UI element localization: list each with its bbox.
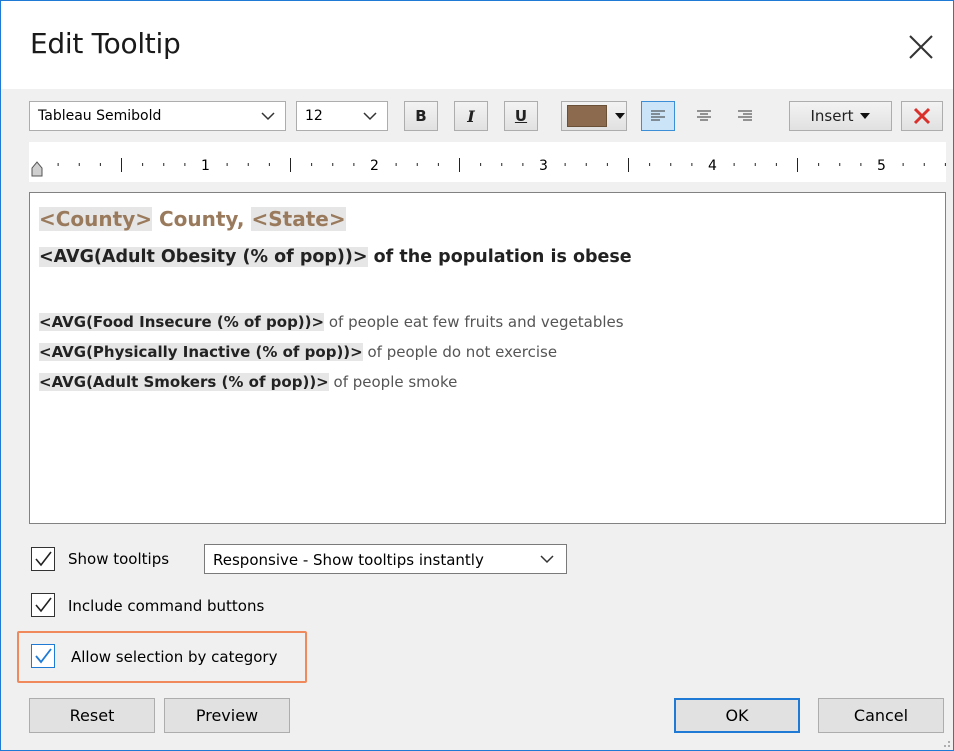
align-right-icon [738,110,752,121]
underline-button[interactable]: U [504,101,538,131]
editor-line-inactive: <AVG(Physically Inactive (% of pop))> of… [39,343,557,361]
editor-line-obesity: <AVG(Adult Obesity (% of pop))> of the p… [39,247,632,267]
resize-grip-icon[interactable] [939,736,951,748]
ruler [29,142,946,182]
include-command-buttons-checkbox[interactable] [31,593,55,617]
ruler-label: 4 [708,158,717,174]
chevron-down-icon [261,112,275,121]
ruler-label: 5 [877,158,886,174]
field-token: <AVG(Adult Obesity (% of pop))> [39,247,368,267]
bold-button[interactable]: B [404,101,438,131]
allow-selection-checkbox[interactable] [31,644,55,668]
align-center-icon [697,110,711,121]
checkmark-icon [35,551,52,567]
field-token: <State> [251,207,346,231]
font-size-select[interactable]: 12 [296,101,388,131]
show-tooltips-checkbox[interactable] [31,547,55,571]
allow-selection-label[interactable]: Allow selection by category [71,648,277,666]
field-token: <AVG(Food Insecure (% of pop))> [39,313,325,331]
static-text: of people eat few fruits and vegetables [324,313,624,331]
field-token: <AVG(Physically Inactive (% of pop))> [39,343,363,361]
preview-button[interactable]: Preview [164,698,290,733]
reset-button[interactable]: Reset [29,698,155,733]
font-family-select[interactable]: Tableau Semibold [29,101,286,131]
font-size-value: 12 [305,108,323,124]
indent-marker-icon [31,161,43,177]
editor-line-food: <AVG(Food Insecure (% of pop))> of peopl… [39,313,624,331]
tooltip-mode-select[interactable]: Responsive - Show tooltips instantly [204,544,567,574]
dropdown-arrow-icon [859,113,870,119]
clear-button[interactable] [901,101,943,131]
clear-x-icon [913,107,931,125]
title-bar: Edit Tooltip [1,1,953,89]
checkmark-icon [35,648,52,664]
ruler-label: 2 [370,158,379,174]
checkmark-icon [35,597,52,613]
ok-button[interactable]: OK [674,698,800,733]
static-text: of people smoke [328,373,458,391]
font-color-button[interactable] [561,101,627,131]
ruler-label: 3 [539,158,548,174]
align-left-button[interactable] [641,101,675,131]
ruler-ticks [29,158,946,177]
color-swatch [567,105,607,127]
field-token: <AVG(Adult Smokers (% of pop))> [39,373,329,391]
chevron-down-icon [540,555,554,564]
tooltip-mode-value: Responsive - Show tooltips instantly [213,551,484,569]
insert-label: Insert [810,107,854,125]
font-family-value: Tableau Semibold [38,108,162,124]
static-text: of people do not exercise [362,343,558,361]
close-icon[interactable] [903,29,939,65]
tooltip-editor[interactable]: <County> County, <State> <AVG(Adult Obes… [29,192,946,524]
show-tooltips-label[interactable]: Show tooltips [68,550,169,568]
editor-line-title: <County> County, <State> [39,207,346,231]
edit-tooltip-dialog: Edit Tooltip Tableau Semibold 12 B I U I… [0,0,954,751]
cancel-button[interactable]: Cancel [818,698,944,733]
chevron-down-icon [363,112,377,121]
align-left-icon [651,110,665,121]
include-command-buttons-label[interactable]: Include command buttons [68,597,264,615]
italic-button[interactable]: I [454,101,488,131]
dropdown-arrow-icon [615,113,625,119]
ruler-label: 1 [201,158,210,174]
static-text: of the population is obese [367,247,632,267]
editor-line-smokers: <AVG(Adult Smokers (% of pop))> of peopl… [39,373,457,391]
dialog-title: Edit Tooltip [30,27,181,60]
align-center-button[interactable] [687,101,721,131]
field-token: <County> [39,207,153,231]
static-text: County, [152,207,252,231]
align-right-button[interactable] [728,101,762,131]
insert-button[interactable]: Insert [789,101,892,131]
